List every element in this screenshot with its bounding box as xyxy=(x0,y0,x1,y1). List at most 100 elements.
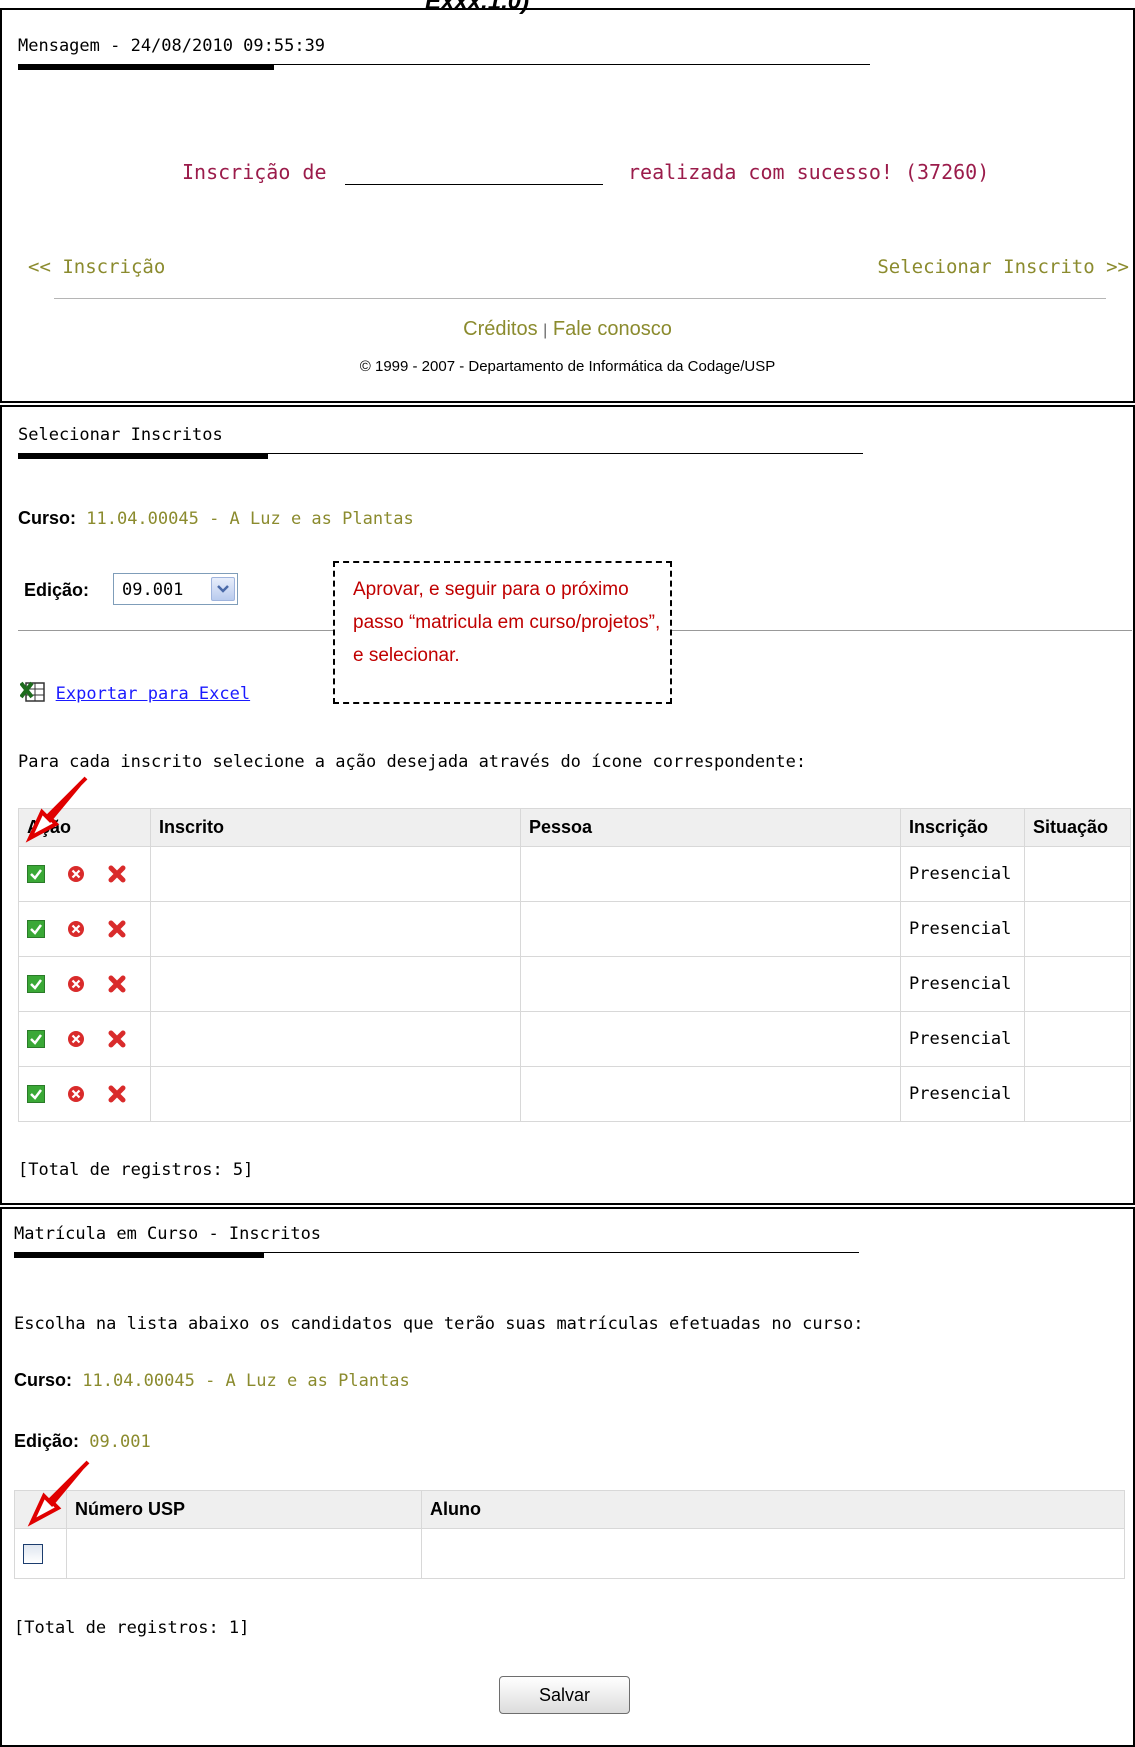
export-excel[interactable]: Exportar para Excel xyxy=(19,680,250,708)
export-excel-link[interactable]: Exportar para Excel xyxy=(56,684,250,704)
selecionar-total: [Total de registros: 5] xyxy=(18,1160,254,1180)
col-situacao: Situação xyxy=(1024,808,1131,847)
nav-next-link[interactable]: Selecionar Inscrito >> xyxy=(877,256,1129,278)
creditos-link[interactable]: Créditos xyxy=(463,318,537,340)
table-row: Presencial xyxy=(18,1011,1131,1067)
acao-cell xyxy=(18,901,151,957)
inscrito-cell xyxy=(150,1066,521,1122)
reject-circle-icon[interactable] xyxy=(67,1030,85,1048)
table-row: Presencial xyxy=(18,1066,1131,1122)
situacao-cell xyxy=(1024,1011,1131,1067)
delete-x-icon[interactable] xyxy=(108,1030,126,1048)
curso-value: 11.04.00045 - A Luz e as Plantas xyxy=(86,509,414,529)
acao-cell xyxy=(18,956,151,1012)
footer-separator: | xyxy=(543,322,548,339)
col-pessoa: Pessoa xyxy=(520,808,901,847)
edicao-label: Edição: xyxy=(24,580,90,600)
pessoa-cell xyxy=(520,846,901,902)
inscricao-prefix: Inscrição de xyxy=(182,160,327,184)
situacao-cell xyxy=(1024,956,1131,1012)
selecionar-instructions: Para cada inscrito selecione a ação dese… xyxy=(18,752,807,772)
matricula-curso-value: 11.04.00045 - A Luz e as Plantas xyxy=(82,1371,410,1391)
delete-x-icon[interactable] xyxy=(108,1085,126,1103)
table-row: Presencial xyxy=(18,956,1131,1012)
inscricao-cell: Presencial xyxy=(900,846,1025,902)
enroll-checkbox[interactable] xyxy=(23,1543,43,1564)
reject-circle-icon[interactable] xyxy=(67,865,85,883)
delete-x-icon[interactable] xyxy=(108,865,126,883)
curso-label: Curso: xyxy=(18,508,76,528)
fale-conosco-link[interactable]: Fale conosco xyxy=(553,318,672,340)
inscricao-suffix: realizada com sucesso! (37260) xyxy=(628,160,990,184)
approve-check-icon[interactable] xyxy=(27,920,45,938)
selecionar-title-bar xyxy=(18,453,268,459)
matricula-curso-label: Curso: xyxy=(14,1370,72,1390)
table-row: Presencial xyxy=(18,901,1131,957)
table-row xyxy=(14,1528,1125,1579)
mensagem-title-bar xyxy=(18,64,274,70)
acao-cell xyxy=(18,1066,151,1122)
inscritos-header-row: Ação Inscrito Pessoa Inscrição Situação xyxy=(18,808,1131,847)
situacao-cell xyxy=(1024,846,1131,902)
pessoa-cell xyxy=(520,956,901,1012)
matricula-title: Matrícula em Curso - Inscritos xyxy=(14,1224,322,1244)
matricula-curso-line: Curso: 11.04.00045 - A Luz e as Plantas xyxy=(14,1370,410,1391)
delete-x-icon[interactable] xyxy=(108,920,126,938)
matricula-panel xyxy=(0,1207,1135,1747)
col-inscrito: Inscrito xyxy=(150,808,521,847)
footer-links: Créditos | Fale conosco xyxy=(0,318,1135,341)
edicao-divider-left xyxy=(18,630,333,631)
pessoa-cell xyxy=(520,901,901,957)
inscritos-table: Ação Inscrito Pessoa Inscrição Situação … xyxy=(18,808,1131,1122)
matricula-edicao-line: Edição: 09.001 xyxy=(14,1431,151,1452)
curso-line: Curso: 11.04.00045 - A Luz e as Plantas xyxy=(18,508,414,529)
approve-check-icon[interactable] xyxy=(27,865,45,883)
approve-check-icon[interactable] xyxy=(27,975,45,993)
numero-usp-cell xyxy=(66,1528,422,1579)
reject-circle-icon[interactable] xyxy=(67,920,85,938)
inscricao-cell: Presencial xyxy=(900,901,1025,957)
pessoa-cell xyxy=(520,1011,901,1067)
matricula-header-row: Número USP Aluno xyxy=(14,1490,1125,1529)
select-cell xyxy=(14,1528,67,1579)
selecionar-title: Selecionar Inscritos xyxy=(18,425,223,445)
matricula-table: Número USP Aluno xyxy=(14,1490,1125,1579)
matricula-instructions: Escolha na lista abaixo os candidatos qu… xyxy=(14,1314,864,1334)
aluno-cell xyxy=(421,1528,1125,1579)
matricula-title-bar xyxy=(14,1252,264,1258)
instruction-callout: Aprovar, e seguir para o próximo passo “… xyxy=(333,561,672,704)
col-inscricao: Inscrição xyxy=(900,808,1025,847)
matricula-total: [Total de registros: 1] xyxy=(14,1618,250,1638)
col-aluno: Aluno xyxy=(421,1490,1125,1529)
situacao-cell xyxy=(1024,901,1131,957)
red-arrow-icon xyxy=(27,1460,90,1527)
red-arrow-icon xyxy=(25,776,88,843)
inscrito-cell xyxy=(150,846,521,902)
acao-cell xyxy=(18,846,151,902)
inscricao-cell: Presencial xyxy=(900,1066,1025,1122)
approve-check-icon[interactable] xyxy=(27,1030,45,1048)
nav-back-link[interactable]: << Inscrição xyxy=(28,256,165,278)
acao-cell xyxy=(18,1011,151,1067)
save-button[interactable]: Salvar xyxy=(499,1676,630,1714)
reject-circle-icon[interactable] xyxy=(67,1085,85,1103)
copyright-text: © 1999 - 2007 - Departamento de Informát… xyxy=(359,358,776,375)
reject-circle-icon[interactable] xyxy=(67,975,85,993)
delete-x-icon[interactable] xyxy=(108,975,126,993)
inscrito-cell xyxy=(150,956,521,1012)
inscricao-cell: Presencial xyxy=(900,956,1025,1012)
chevron-down-icon[interactable] xyxy=(211,577,235,601)
inscricao-cell: Presencial xyxy=(900,1011,1025,1067)
inscrito-cell xyxy=(150,1011,521,1067)
edicao-selected-value: 09.001 xyxy=(122,580,184,600)
matricula-edicao-value: 09.001 xyxy=(89,1432,151,1452)
approve-check-icon[interactable] xyxy=(27,1085,45,1103)
edicao-select[interactable]: 09.001 xyxy=(113,573,238,605)
mensagem-title: Mensagem - 24/08/2010 09:55:39 xyxy=(18,36,326,56)
inscricao-blank-line xyxy=(345,184,603,185)
col-numero-usp: Número USP xyxy=(66,1490,422,1529)
pessoa-cell xyxy=(520,1066,901,1122)
excel-icon xyxy=(19,680,46,708)
edicao-divider-right xyxy=(672,630,1132,631)
mensagem-footer-rule xyxy=(54,298,1106,299)
